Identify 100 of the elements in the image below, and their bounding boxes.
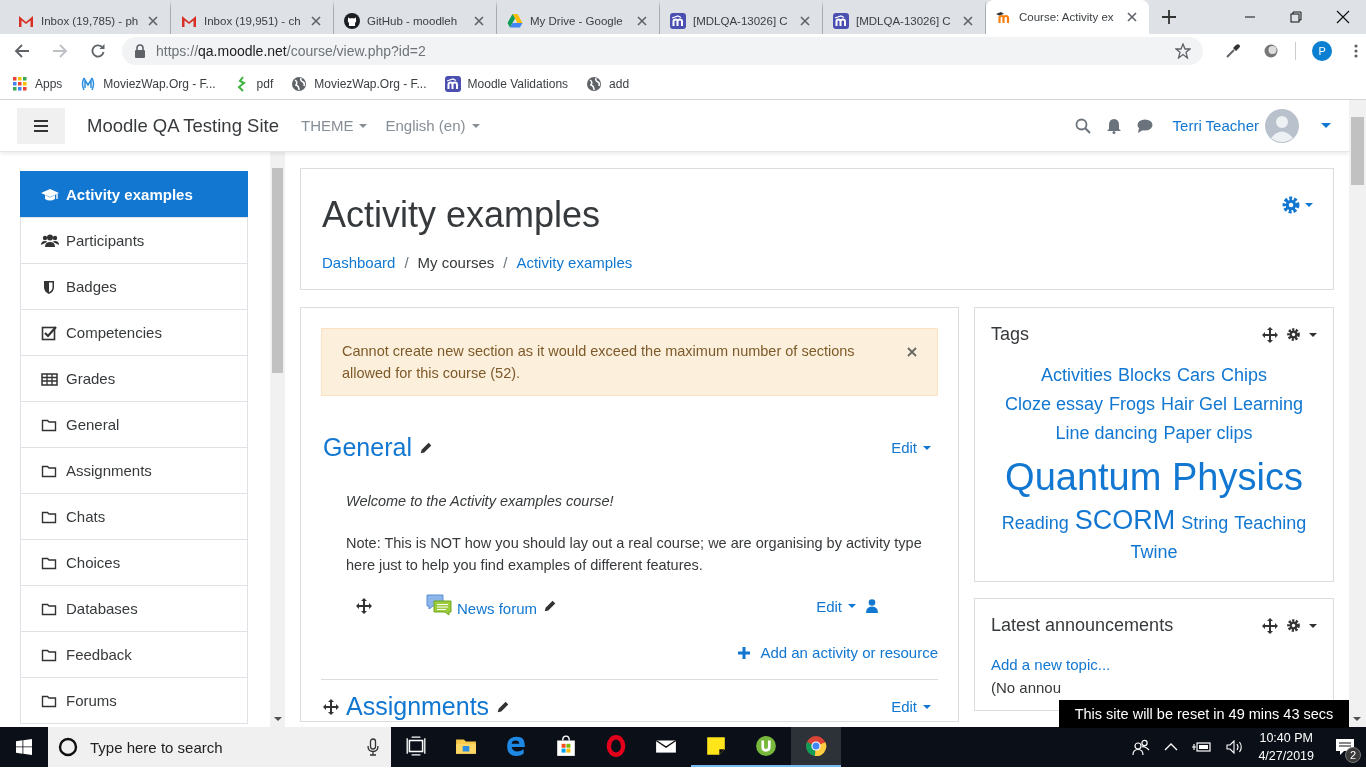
circle-icon[interactable] (1263, 43, 1280, 59)
tag-link[interactable]: Paper clips (1163, 419, 1253, 448)
close-icon[interactable] (1336, 10, 1350, 24)
tag-link[interactable]: Line dancing (1055, 419, 1158, 448)
drawer-item[interactable]: Choices (20, 539, 248, 586)
search-icon[interactable] (1074, 117, 1091, 134)
scroll-down-icon[interactable] (274, 717, 282, 721)
caret-icon[interactable] (1309, 332, 1317, 337)
edit-menu[interactable]: Edit (891, 439, 931, 456)
drawer-item[interactable]: Competencies (20, 309, 248, 356)
drawer-item[interactable]: Participants (20, 217, 248, 264)
breadcrumb-link[interactable]: Dashboard (322, 254, 396, 271)
scrollbar-thumb[interactable] (272, 168, 283, 373)
tag-link[interactable]: Cars (1177, 361, 1215, 390)
table-icon (41, 370, 59, 387)
tag-link[interactable]: SCORM (1074, 506, 1176, 535)
pencil-icon[interactable] (418, 440, 433, 455)
eyedropper-icon[interactable] (1225, 43, 1242, 59)
search-bar[interactable]: Type here to search (48, 727, 391, 767)
tag-link[interactable]: Teaching (1234, 509, 1307, 538)
taskbar-button[interactable] (791, 727, 841, 767)
tag-link[interactable]: Quantum Physics (1005, 448, 1303, 506)
tag-link[interactable]: Chips (1221, 361, 1268, 390)
tag-link[interactable]: Learning (1233, 390, 1304, 419)
drawer-item[interactable]: Feedback (20, 631, 248, 678)
close-icon[interactable] (1125, 10, 1139, 24)
bookmark-link[interactable]: Moodle Validations (444, 75, 569, 92)
battery-icon[interactable] (1192, 741, 1213, 753)
move-icon[interactable] (356, 598, 372, 614)
drawer-item[interactable]: Chats (20, 493, 248, 540)
tag-link[interactable]: Activities (1040, 361, 1112, 390)
tag-link[interactable]: Frogs (1108, 390, 1155, 419)
menu-icon[interactable] (17, 107, 65, 144)
scrollbar-thumb[interactable] (1351, 117, 1364, 185)
back-icon[interactable] (14, 43, 30, 59)
summary-text: Note: This is NOT how you should lay out a real course; we are organising by activity type here just to help you find examples of different features. (345, 534, 923, 575)
caret-icon[interactable] (1309, 623, 1317, 628)
scrollbar[interactable] (1349, 100, 1366, 727)
move-icon[interactable] (323, 698, 339, 715)
drawer-item[interactable]: Grades (20, 355, 248, 402)
settings-menu[interactable] (1281, 195, 1313, 215)
drawer-item[interactable]: Activity examples (20, 171, 248, 218)
drawer-item[interactable]: Assignments (20, 447, 248, 494)
chevron-up-icon[interactable] (1164, 743, 1179, 751)
add-activity-link[interactable]: Add an activity or resource (738, 644, 938, 661)
bookmark-link[interactable]: Apps (12, 75, 63, 92)
scroll-down-icon[interactable] (1353, 717, 1361, 721)
clock[interactable]: 10:40 PM 4/27/2019 (1258, 729, 1314, 765)
add-topic-link[interactable]: Add a new topic... (991, 656, 1317, 673)
start-icon[interactable] (16, 739, 32, 755)
section-title[interactable]: General (323, 433, 412, 462)
drawer-item[interactable]: Forums (20, 677, 248, 724)
microphone-icon[interactable] (367, 738, 379, 756)
breadcrumb-link[interactable]: Activity examples (516, 254, 633, 271)
settings-icon[interactable] (1286, 618, 1301, 633)
reload-icon[interactable] (90, 43, 106, 59)
tag-link[interactable]: Reading (1001, 509, 1069, 538)
logo-icon (996, 9, 1012, 25)
pencil-icon[interactable] (496, 699, 511, 714)
tag-link[interactable]: Cloze essay (1004, 390, 1103, 419)
tag-link[interactable]: Hair Gel (1161, 390, 1227, 419)
person-icon[interactable] (866, 599, 878, 613)
alert-message: Cannot create new section as it would exceed the maximum number of sections allowed for this course (52). (342, 342, 856, 383)
notifications-button[interactable]: 2 (1324, 727, 1366, 767)
bell-icon[interactable] (1106, 117, 1121, 134)
bookmark-link[interactable]: MoviezWap.Org - F... (80, 75, 216, 92)
profile-avatar[interactable]: P (1312, 41, 1332, 61)
star-icon[interactable] (1175, 43, 1192, 59)
people-icon[interactable] (1132, 739, 1151, 755)
scrollbar[interactable] (270, 152, 285, 727)
address-bar[interactable]: https://qa.moodle.net/course/view.php?id=2 (122, 37, 1204, 65)
site-name[interactable]: Moodle QA Testing Site (87, 114, 279, 137)
volume-icon[interactable] (1226, 740, 1245, 754)
summary-text: Welcome to the Activity examples course! (345, 492, 615, 511)
edit-menu[interactable]: Edit (816, 597, 856, 615)
tag-link[interactable]: Twine (1130, 538, 1178, 567)
tag-link[interactable]: Blocks (1117, 361, 1171, 390)
bookmark-link[interactable]: pdf (233, 75, 274, 92)
move-icon[interactable] (1262, 617, 1278, 634)
pencil-icon[interactable] (543, 599, 558, 613)
move-icon[interactable] (1262, 326, 1278, 343)
bookmark-link[interactable]: MoviezWap.Org - F... (291, 75, 427, 92)
browser-tab[interactable]: Course: Activity ex (986, 0, 1149, 34)
activity-link[interactable]: News forum (457, 599, 538, 617)
section-title[interactable]: Assignments (346, 692, 490, 721)
menu-icon[interactable] (1354, 43, 1358, 59)
chat-icon[interactable] (1136, 118, 1153, 133)
bookmark-link[interactable]: add (586, 75, 630, 92)
search-field[interactable]: Type here to search (88, 737, 357, 757)
nav-menu[interactable]: English (en) (385, 117, 480, 134)
drawer-item[interactable]: Databases (20, 585, 248, 632)
restore-icon[interactable] (1290, 11, 1302, 23)
new-tab-icon[interactable] (1161, 9, 1177, 25)
tag-link[interactable]: String (1181, 509, 1229, 538)
user-name[interactable]: Terri Teacher (1172, 117, 1259, 134)
drawer-item[interactable]: General (20, 401, 248, 448)
nav-menu[interactable]: THEME (300, 117, 368, 134)
drawer-item[interactable]: Badges (20, 263, 248, 310)
edit-menu[interactable]: Edit (891, 698, 931, 715)
settings-icon[interactable] (1286, 327, 1301, 342)
